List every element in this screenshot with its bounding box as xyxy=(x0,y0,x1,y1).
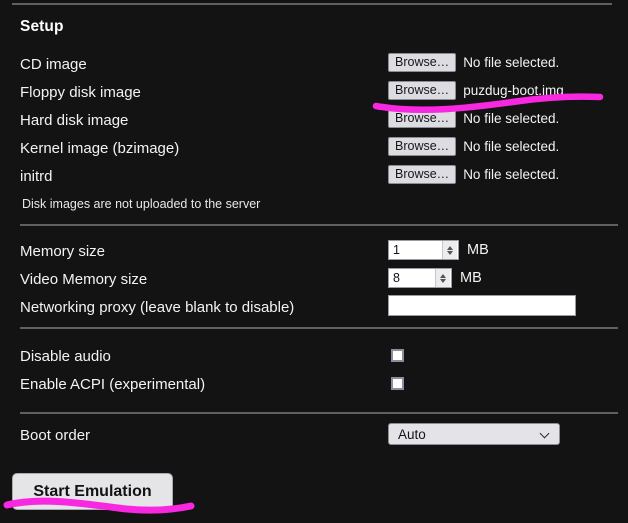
video-memory-size-stepper[interactable] xyxy=(435,269,450,287)
checkbox-enable-acpi[interactable] xyxy=(391,377,404,390)
boot-order-value: Auto xyxy=(398,426,426,442)
chevron-up-icon xyxy=(447,245,453,250)
browse-button-floppy-disk-image[interactable]: Browse… xyxy=(388,81,457,100)
file-row-cd-image: Browse… No file selected. xyxy=(388,53,559,72)
memory-size-input[interactable]: 1 xyxy=(388,240,459,260)
video-memory-size-control: 8 MB xyxy=(388,268,482,288)
file-name-floppy-disk-image: puzdug-boot.img xyxy=(463,83,564,98)
label-boot-order: Boot order xyxy=(20,427,91,444)
disk-images-note: Disk images are not uploaded to the serv… xyxy=(22,197,261,211)
page-title: Setup xyxy=(20,18,64,35)
file-row-hard-disk-image: Browse… No file selected. xyxy=(388,109,559,128)
file-row-floppy-disk-image: Browse… puzdug-boot.img xyxy=(388,81,564,100)
label-kernel-image: Kernel image (bzimage) xyxy=(20,140,180,157)
memory-size-stepper[interactable] xyxy=(442,241,457,259)
label-hard-disk-image: Hard disk image xyxy=(20,112,129,129)
label-disable-audio: Disable audio xyxy=(20,348,111,365)
file-name-initrd: No file selected. xyxy=(463,167,560,182)
browse-button-hard-disk-image[interactable]: Browse… xyxy=(388,109,457,128)
divider-after-memory xyxy=(20,327,618,329)
chevron-down-icon xyxy=(440,278,446,283)
label-initrd: initrd xyxy=(20,168,53,185)
file-name-kernel-image: No file selected. xyxy=(463,139,560,154)
checkbox-disable-audio[interactable] xyxy=(391,349,404,362)
label-video-memory-size: Video Memory size xyxy=(20,271,148,288)
file-row-kernel-image: Browse… No file selected. xyxy=(388,137,559,156)
start-emulation-button[interactable]: Start Emulation xyxy=(12,473,173,510)
label-memory-size: Memory size xyxy=(20,243,106,260)
file-name-cd-image: No file selected. xyxy=(463,55,560,70)
browse-button-cd-image[interactable]: Browse… xyxy=(388,53,457,72)
label-floppy-disk-image: Floppy disk image xyxy=(20,84,141,101)
file-row-initrd: Browse… No file selected. xyxy=(388,165,559,184)
divider-after-disks xyxy=(20,224,618,226)
divider-after-toggles xyxy=(20,412,618,414)
boot-order-select[interactable]: Auto xyxy=(388,423,560,445)
setup-page: Setup CD image Browse… No file selected.… xyxy=(0,0,628,523)
top-divider xyxy=(12,3,612,5)
memory-size-control: 1 MB xyxy=(388,240,489,260)
memory-size-unit: MB xyxy=(467,242,489,258)
video-memory-size-unit: MB xyxy=(460,270,482,286)
video-memory-size-value: 8 xyxy=(393,271,400,285)
label-enable-acpi: Enable ACPI (experimental) xyxy=(20,376,206,393)
browse-button-initrd[interactable]: Browse… xyxy=(388,165,457,184)
networking-proxy-input[interactable] xyxy=(388,295,576,316)
browse-button-kernel-image[interactable]: Browse… xyxy=(388,137,457,156)
video-memory-size-input[interactable]: 8 xyxy=(388,268,452,288)
chevron-up-icon xyxy=(440,273,446,278)
label-cd-image: CD image xyxy=(20,56,87,73)
label-networking-proxy: Networking proxy (leave blank to disable… xyxy=(20,299,295,316)
chevron-down-icon xyxy=(447,250,453,255)
file-name-hard-disk-image: No file selected. xyxy=(463,111,560,126)
chevron-down-icon xyxy=(541,430,550,439)
memory-size-value: 1 xyxy=(393,243,400,257)
